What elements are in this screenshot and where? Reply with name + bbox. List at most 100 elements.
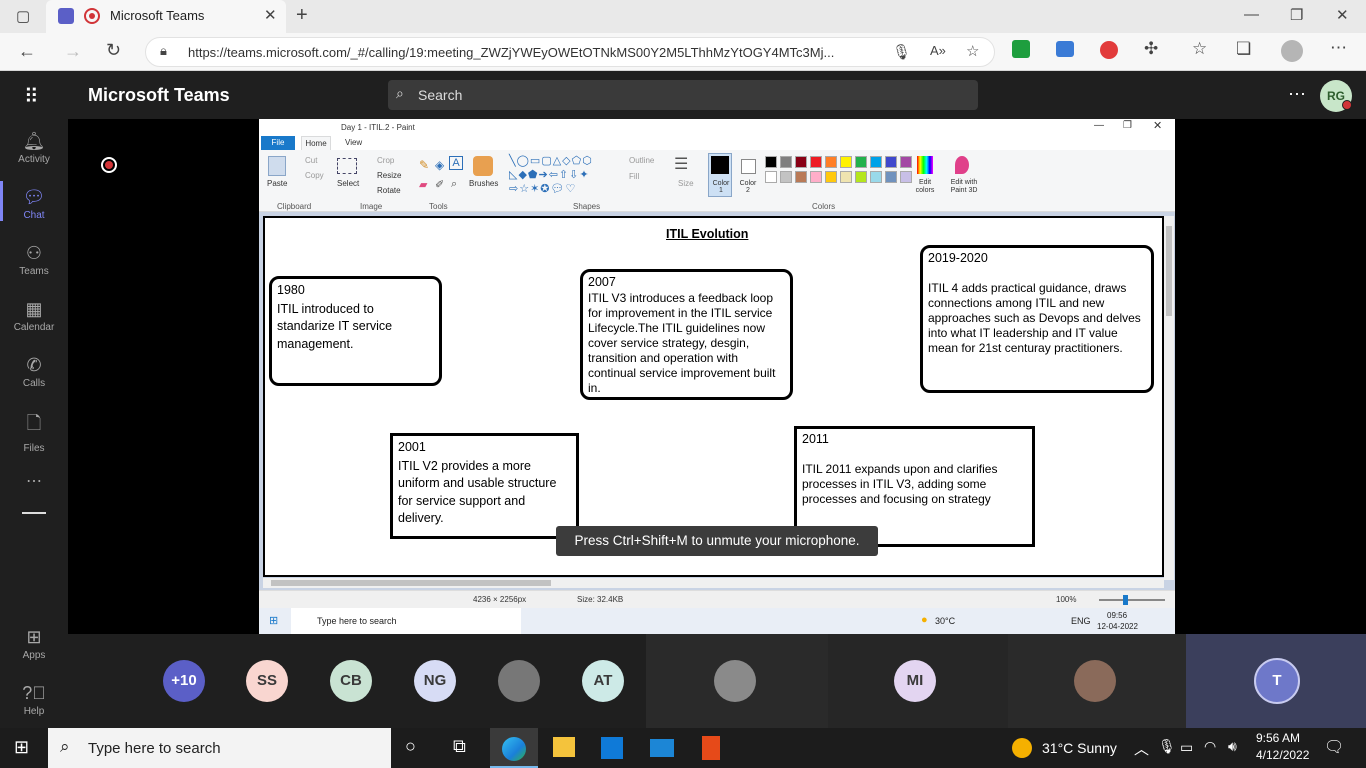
favorites-icon[interactable]: ☆ bbox=[1192, 39, 1207, 59]
box-text: ITIL introduced to standarize IT service… bbox=[277, 301, 393, 351]
search-icon: ⌕ bbox=[60, 737, 70, 756]
picker-icon: ✐ bbox=[435, 179, 445, 191]
mic-icon[interactable]: 🎙︎ bbox=[892, 43, 911, 61]
weather-text[interactable]: 31°C Sunny bbox=[1042, 740, 1117, 756]
forward-icon[interactable]: → bbox=[64, 41, 82, 62]
eraser-icon: ▰ bbox=[419, 179, 428, 191]
weather-icon[interactable] bbox=[1012, 738, 1032, 758]
rail-calls[interactable]: ✆ Calls bbox=[0, 355, 68, 389]
teams-favicon-icon bbox=[58, 8, 74, 24]
notification-icon[interactable]: 🗨︎ bbox=[1324, 737, 1344, 757]
back-icon[interactable]: ← bbox=[18, 41, 36, 62]
select-label: Select bbox=[337, 179, 360, 188]
paint-title: Day 1 - ITIL.2 - Paint bbox=[341, 123, 415, 132]
participant-avatar[interactable] bbox=[498, 660, 540, 702]
start-icon[interactable]: ⊞ bbox=[14, 737, 29, 758]
read-aloud-icon[interactable]: A» bbox=[930, 43, 946, 58]
extension-green-icon[interactable] bbox=[1012, 40, 1030, 58]
app-name: Microsoft Teams bbox=[88, 85, 230, 105]
file-explorer-icon[interactable] bbox=[553, 737, 575, 757]
clock-date[interactable]: 4/12/2022 bbox=[1256, 748, 1309, 762]
office-icon[interactable] bbox=[702, 736, 720, 760]
close-window-icon[interactable]: ✕ bbox=[1336, 6, 1349, 24]
tray-chevron-icon[interactable]: ︿ bbox=[1134, 738, 1149, 759]
extension-red-icon[interactable] bbox=[1100, 41, 1118, 59]
palette-swatch bbox=[885, 171, 897, 183]
palette-swatch bbox=[780, 171, 792, 183]
app-launcher-icon[interactable]: ⠿ bbox=[24, 84, 39, 109]
palette-swatch bbox=[855, 156, 867, 168]
edit-colors-icon bbox=[917, 156, 933, 174]
minimize-icon[interactable]: — bbox=[1244, 6, 1259, 23]
help-icon: ?⃝ bbox=[22, 683, 46, 703]
participant-avatar[interactable] bbox=[714, 660, 756, 702]
palette-swatch bbox=[885, 156, 897, 168]
rail-calendar[interactable]: ▦ Calendar bbox=[0, 299, 68, 333]
paint-menu-home: Home bbox=[301, 136, 331, 150]
group-tools: Tools bbox=[429, 202, 448, 211]
mail-icon[interactable] bbox=[650, 739, 674, 757]
taskbar-search[interactable]: ⌕ Type here to search bbox=[48, 728, 391, 768]
rail-help[interactable]: ?⃝ Help bbox=[0, 683, 68, 717]
rail-chat[interactable]: 💬︎ Chat bbox=[0, 187, 68, 221]
clock-time[interactable]: 9:56 AM bbox=[1256, 731, 1300, 745]
participant-avatar[interactable]: SS bbox=[246, 660, 288, 702]
participant-avatar[interactable]: AT bbox=[582, 660, 624, 702]
slide-title: ITIL Evolution bbox=[666, 227, 749, 241]
refresh-icon[interactable]: ↻ bbox=[106, 40, 121, 61]
participant-avatar[interactable]: T bbox=[1254, 658, 1300, 704]
rail-more-icon[interactable]: ⋯ bbox=[0, 471, 68, 491]
more-options-icon[interactable]: ⋯ bbox=[1288, 84, 1306, 105]
shared-temp: 30°C bbox=[935, 616, 956, 626]
calendar-icon: ▦ bbox=[25, 299, 43, 319]
restore-icon[interactable]: ❐ bbox=[1290, 6, 1303, 24]
participant-avatar[interactable] bbox=[1074, 660, 1116, 702]
paint3d-icon bbox=[955, 156, 969, 174]
browser-tab[interactable]: Microsoft Teams ✕ bbox=[46, 0, 286, 33]
url-text: https://teams.microsoft.com/_#/calling/1… bbox=[188, 45, 835, 60]
participant-avatar[interactable]: CB bbox=[330, 660, 372, 702]
participant-avatar[interactable]: MI bbox=[894, 660, 936, 702]
collections-icon[interactable]: ❏ bbox=[1236, 39, 1251, 59]
rail-teams[interactable]: ⚇ Teams bbox=[0, 243, 68, 277]
extensions-icon[interactable]: ✣ bbox=[1144, 39, 1158, 59]
mic-tray-icon[interactable]: 🎙︎ bbox=[1158, 738, 1176, 755]
tab-actions-icon[interactable]: ▢ bbox=[16, 7, 30, 25]
file-icon: 🗋︎ bbox=[26, 413, 42, 433]
box-year: 1980 bbox=[277, 283, 305, 297]
participant-avatar[interactable]: +10 bbox=[163, 660, 205, 702]
battery-icon[interactable]: ▭ bbox=[1180, 739, 1193, 756]
taskbar-search-text: Type here to search bbox=[88, 740, 221, 757]
profile-avatar[interactable] bbox=[1281, 40, 1303, 62]
volume-icon[interactable]: 🔊︎ bbox=[1228, 738, 1237, 755]
box-text: ITIL 2011 expands upon and clarifies pro… bbox=[802, 462, 998, 506]
rail-apps[interactable]: ⊞ Apps bbox=[0, 627, 68, 661]
participant-avatar[interactable]: NG bbox=[414, 660, 456, 702]
taskbar-edge[interactable] bbox=[490, 728, 538, 768]
cortana-icon[interactable]: ○ bbox=[405, 736, 416, 757]
url-field[interactable]: 🔒︎ https://teams.microsoft.com/_#/callin… bbox=[145, 37, 995, 67]
color1-label: Color 1 bbox=[712, 180, 730, 194]
cut-label: Cut bbox=[305, 156, 318, 165]
image-dimensions: 4236 × 2256px bbox=[473, 595, 527, 604]
search-placeholder: Search bbox=[418, 87, 463, 103]
phone-icon: ✆ bbox=[26, 355, 42, 375]
box-year: 2011 bbox=[802, 432, 829, 446]
search-input[interactable]: ⌕ Search bbox=[388, 80, 978, 110]
more-icon[interactable]: ⋯ bbox=[1330, 38, 1347, 58]
store-icon[interactable] bbox=[601, 737, 623, 759]
size-label: Size bbox=[678, 179, 694, 188]
rail-activity[interactable]: 🔔︎ Activity bbox=[0, 131, 68, 165]
task-view-icon[interactable]: ⧉ bbox=[453, 736, 466, 757]
palette-swatch bbox=[855, 171, 867, 183]
add-favorite-icon[interactable]: ☆ bbox=[966, 42, 979, 60]
rail-label: Teams bbox=[19, 266, 49, 277]
palette-swatch bbox=[870, 156, 882, 168]
close-tab-icon[interactable]: ✕ bbox=[264, 6, 277, 24]
rail-files[interactable]: 🗋︎ Files bbox=[0, 411, 68, 454]
extension-blue-icon[interactable] bbox=[1056, 41, 1074, 57]
wifi-icon[interactable]: ◠ bbox=[1204, 738, 1216, 755]
box-text: ITIL V3 introduces a feedback loop for i… bbox=[588, 291, 776, 395]
new-tab-icon[interactable]: + bbox=[296, 4, 308, 27]
palette-swatch bbox=[810, 171, 822, 183]
